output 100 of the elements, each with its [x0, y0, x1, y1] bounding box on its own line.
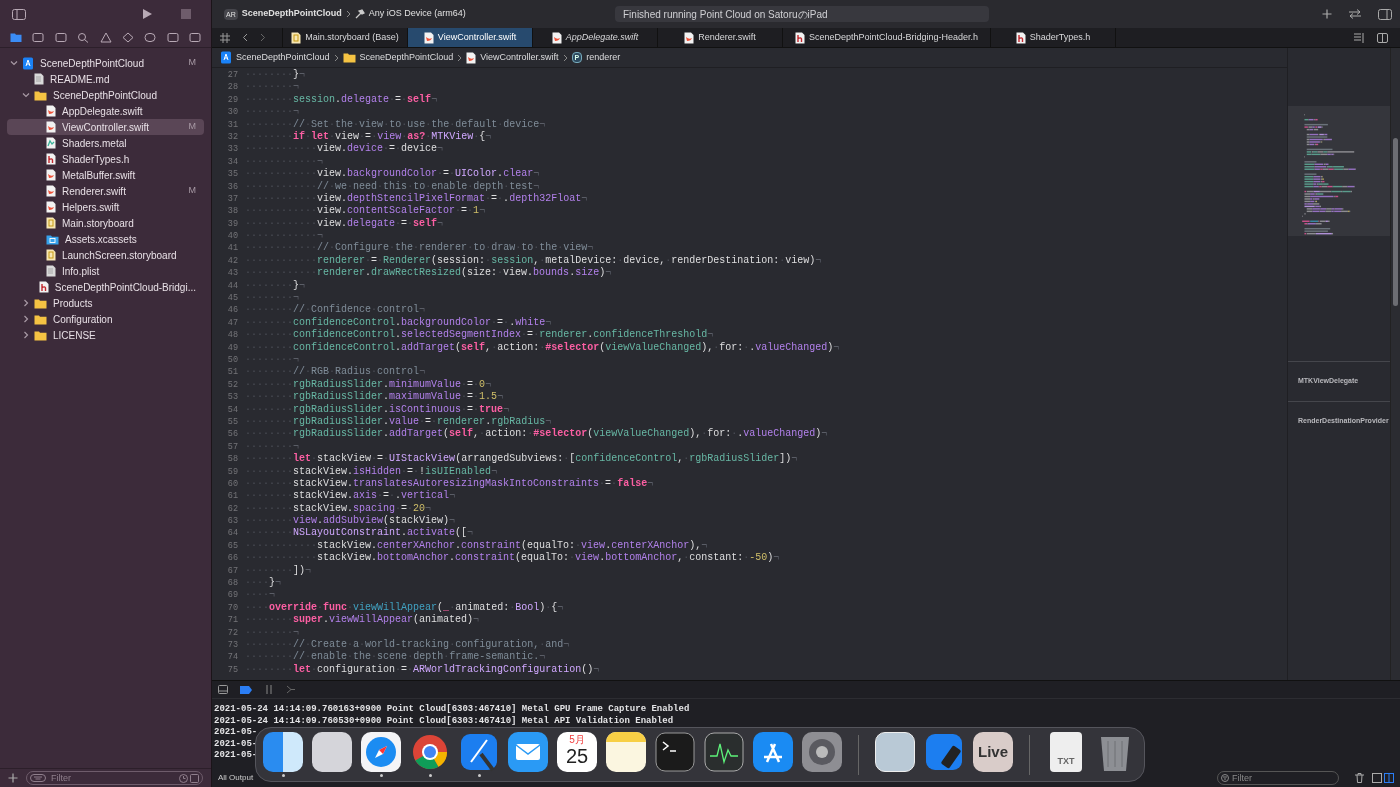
chevron-icon	[562, 53, 568, 62]
envelope-icon[interactable]	[508, 732, 548, 772]
line-number: 70	[226, 601, 238, 615]
breadcrumb-item[interactable]: SceneDepthPointCloud	[359, 50, 454, 65]
back-icon[interactable]	[242, 33, 248, 42]
line-number: 61	[226, 490, 238, 503]
live-app-icon[interactable]: Live	[973, 732, 1013, 772]
code-line: ········}¬	[245, 69, 306, 82]
file-tree-item[interactable]: README.md	[7, 71, 204, 87]
file-tree-item[interactable]: ViewController.swift M	[7, 119, 204, 135]
swift-file-icon	[46, 121, 56, 133]
disclosure-chevron-icon[interactable]	[22, 299, 30, 307]
output-menu[interactable]: All Output	[218, 771, 254, 784]
console-line: 2021-05-24 14:14:09.760163+0900 Point Cloud[6303:467410] Metal GPU Frame Capture Enabled	[214, 704, 690, 716]
filter-field[interactable]: Filter	[26, 771, 203, 785]
app-store-icon[interactable]	[753, 732, 793, 772]
compass-icon[interactable]	[361, 732, 401, 772]
run-icon[interactable]	[142, 8, 153, 20]
editor-tab[interactable]: AppDelegate.swift	[532, 28, 657, 47]
navigator-icon[interactable]	[189, 32, 201, 43]
minimap-viewport[interactable]	[1288, 106, 1390, 236]
navigator-icon[interactable]	[54, 32, 67, 43]
line-number: 43	[226, 267, 238, 280]
editor-tab[interactable]: ShaderTypes.h	[990, 28, 1115, 47]
calendar-icon[interactable]: 5月 25	[557, 732, 597, 772]
sidebar-toggle-icon[interactable]	[1378, 8, 1392, 20]
disclosure-chevron-icon[interactable]	[22, 91, 30, 99]
editor-tab[interactable]: ViewController.swift	[407, 28, 532, 47]
file-tree-item[interactable]: AppDelegate.swift	[7, 103, 204, 119]
modified-status: M	[188, 56, 196, 70]
file-tree-item[interactable]: LaunchScreen.storyboard	[7, 247, 204, 263]
file-tree-item[interactable]: Main.storyboard	[7, 215, 204, 231]
line-number: 59	[226, 465, 238, 478]
split-editor-icon[interactable]	[1377, 32, 1388, 43]
code-line: ············renderer.drawRectResized(size:·view.bounds.size)¬	[245, 267, 612, 280]
line-number: 47	[226, 316, 238, 330]
breakpoints-icon[interactable]	[240, 685, 252, 694]
breadcrumb-item[interactable]: renderer	[586, 50, 621, 65]
grid-icon[interactable]	[220, 32, 230, 43]
editor-options-icon[interactable]	[1354, 32, 1365, 43]
line-number: 66	[226, 552, 238, 565]
swap-arrows-icon[interactable]	[1348, 9, 1362, 19]
file-tree-item[interactable]: Assets.xcassets	[7, 231, 204, 247]
photo-placeholder[interactable]	[875, 732, 915, 772]
forward-icon[interactable]	[260, 33, 266, 42]
activity-monitor-icon[interactable]	[704, 732, 744, 772]
add-icon[interactable]	[1322, 9, 1332, 19]
console-line: 2021-05-24 14:14:09.760530+0900 Point Cloud[6303:467410] Metal API Validation Enabled	[214, 715, 674, 727]
chevron-icon	[333, 53, 339, 62]
file-tree-item[interactable]: SceneDepthPointCloud	[7, 87, 204, 103]
clock-icon[interactable]	[179, 773, 188, 783]
file-tree-item[interactable]: SceneDepthPointCloud M	[7, 55, 204, 71]
editor-tab[interactable]: Renderer.swift	[657, 28, 782, 47]
console-filter-field[interactable]: Filter	[1217, 770, 1339, 785]
warning-icon[interactable]	[99, 32, 112, 43]
file-tree-item[interactable]: Products	[7, 295, 204, 311]
terminal-icon[interactable]	[655, 732, 695, 772]
file-tree-item[interactable]: Helpers.swift	[7, 199, 204, 215]
breadcrumb-item[interactable]: SceneDepthPointCloud	[236, 50, 330, 65]
disclosure-chevron-icon[interactable]	[10, 59, 18, 67]
scrollbar-thumb[interactable]	[1393, 138, 1398, 306]
file-name: SceneDepthPointCloud	[53, 88, 158, 103]
file-tree-item[interactable]: MetalBuffer.swift	[7, 167, 204, 183]
notepad-icon[interactable]	[606, 732, 646, 772]
disclosure-chevron-icon[interactable]	[22, 331, 30, 339]
line-number: 58	[226, 453, 238, 466]
scheme-name[interactable]: SceneDepthPointCloud	[241, 7, 342, 21]
navigator-icon[interactable]	[166, 32, 179, 43]
settings-icon[interactable]	[802, 732, 842, 772]
scm-filter-icon[interactable]	[190, 773, 199, 783]
file-tree-item[interactable]: LICENSE	[7, 327, 204, 343]
text-file-icon[interactable]: TXT	[1050, 732, 1082, 772]
file-tree-item[interactable]: Shaders.metal	[7, 135, 204, 151]
modified-status: M	[188, 120, 196, 134]
file-tree-item[interactable]: Configuration	[7, 311, 204, 327]
step-icon[interactable]	[286, 685, 296, 694]
file-tree-item[interactable]: Info.plist	[7, 263, 204, 279]
trash-icon[interactable]	[1355, 772, 1364, 783]
hammer-app-icon[interactable]	[459, 732, 499, 772]
disclosure-chevron-icon[interactable]	[22, 315, 30, 323]
hide-panel-icon[interactable]	[218, 685, 228, 694]
navigator-icon[interactable]	[32, 32, 45, 43]
file-tree-item[interactable]: Renderer.swift M	[7, 183, 204, 199]
breadcrumb-item[interactable]: ViewController.swift	[480, 50, 559, 65]
folder-navigator-icon[interactable]	[10, 32, 22, 43]
add-icon[interactable]	[8, 773, 18, 783]
code-line: ············¬	[245, 155, 324, 168]
file-tree-item[interactable]: ShaderTypes.h	[7, 151, 204, 167]
line-number: 41	[226, 242, 238, 255]
search-icon[interactable]	[77, 32, 90, 43]
navigator-icon[interactable]	[144, 32, 157, 43]
editor-tab[interactable]: SceneDepthPointCloud-Bridging-Header.h	[782, 28, 990, 47]
sidebar-toggle-icon[interactable]	[12, 8, 26, 20]
file-tree-item[interactable]: SceneDepthPointCloud-Bridgi...	[7, 279, 204, 295]
destination-name[interactable]: Any iOS Device (arm64)	[368, 7, 466, 21]
line-number: 71	[226, 614, 238, 627]
phone-app-icon[interactable]	[924, 732, 964, 772]
browser-icon[interactable]	[410, 732, 450, 772]
navigator-icon[interactable]	[121, 32, 134, 43]
split-panel-icon[interactable]	[1372, 772, 1394, 783]
